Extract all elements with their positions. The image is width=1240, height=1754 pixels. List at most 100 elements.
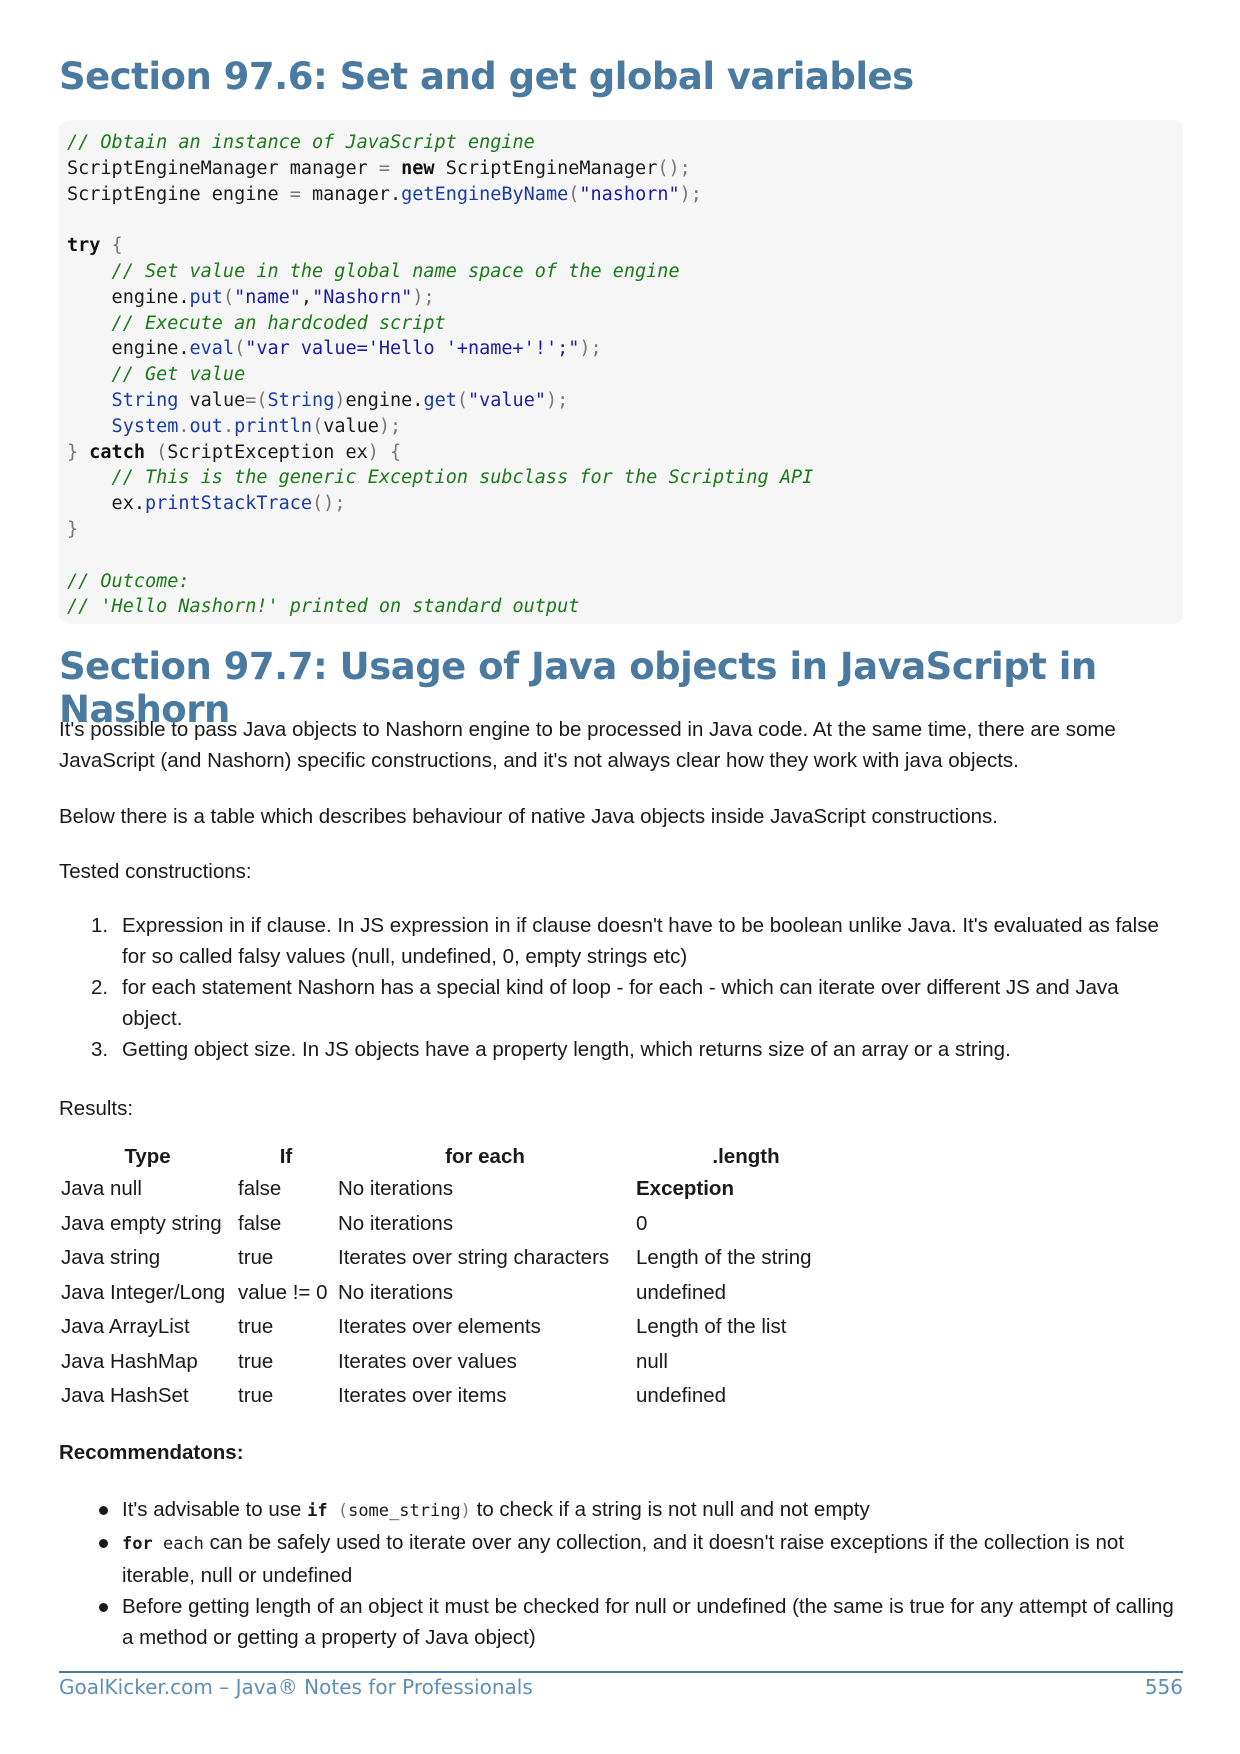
column-header: for each [445,1144,525,1168]
table-cell: true [238,1246,274,1270]
list-item: It's advisable to use if (some_string) t… [59,1494,1183,1527]
table-cell: Java HashMap [61,1349,198,1373]
code-function: println [234,415,313,437]
code-token: ( [144,441,168,463]
table-row: Java HashSet true Iterates over items un… [59,1379,858,1414]
code-token: (); [312,493,346,515]
table-cell: Iterates over string characters [338,1246,610,1270]
list-item-text: can be safely used to iterate over any c… [122,1531,1125,1587]
table-cell: 0 [636,1211,648,1235]
table-cell: No iterations [338,1280,454,1304]
code-token: value [178,389,246,411]
code-token: engine. [67,338,190,360]
table-cell: Length of the string [636,1246,812,1270]
code-comment: // Execute an hardcoded script [67,312,446,334]
code-function: out [189,415,223,437]
code-string: "var value='Hello '+name+'!';" [245,338,580,360]
code-token: =( [245,389,268,411]
inline-code-keyword: for [122,1534,153,1554]
table-row: Java HashMap true Iterates over values n… [59,1345,858,1380]
table-cell: Exception [636,1177,734,1201]
code-function: eval [189,338,235,360]
code-token: = [289,183,313,205]
table-cell: Java empty string [61,1211,222,1235]
code-token: ( [222,286,235,308]
table-cell: No iterations [338,1177,454,1201]
paragraph: Below there is a table which describes b… [59,805,998,828]
table-cell: value != 0 [238,1280,328,1304]
column-header: Type [124,1144,171,1168]
list-item: for each can be safely used to iterate o… [59,1527,1183,1591]
code-token: ); [412,286,435,308]
code-token: . [222,415,235,437]
code-token: ScriptEngine engine [67,183,290,205]
recommendations-heading: Recommendatons: [59,1441,244,1464]
results-table: Type If for each .length Java null false… [59,1141,858,1414]
table-cell: No iterations [338,1211,454,1235]
table-row: Java null false No iterations Exception [59,1172,858,1207]
code-comment: // 'Hello Nashorn!' printed on standard … [67,596,580,618]
table-header-row: Type If for each .length [59,1141,858,1172]
inline-code: each [152,1534,204,1554]
code-token: ( [568,183,580,205]
code-function: put [189,286,223,308]
inline-code-keyword: if [307,1501,328,1521]
table-cell: true [238,1315,274,1339]
code-token: ex. [67,493,145,515]
bullet-icon [99,1539,108,1548]
list-number: 2. [91,976,109,999]
code-string: "Nashorn" [312,286,413,308]
code-token: engine. [67,286,190,308]
section-title: Section 97.6: Set and get global variabl… [59,55,914,98]
list-item: Before getting length of an object it mu… [59,1591,1183,1653]
code-token: ); [679,183,702,205]
table-cell: Java ArrayList [61,1315,190,1339]
code-token: } [67,518,79,540]
numbered-list: 1. Expression in if clause. In JS express… [59,910,1183,1065]
table-cell: true [238,1349,274,1373]
table-cell: undefined [636,1280,727,1304]
table-row: Java string true Iterates over string ch… [59,1241,858,1276]
code-comment: // This is the generic Exception subclas… [67,467,814,489]
code-token: ( [234,338,246,360]
table-cell: true [238,1384,274,1408]
code-token: ( [456,389,468,411]
code-comment: // Obtain an instance of JavaScript engi… [67,132,535,153]
table-row: Java ArrayList true Iterates over elemen… [59,1310,858,1345]
code-text: // Obtain an instance of JavaScript engi… [67,130,1175,620]
footer-source: GoalKicker.com – Java® Notes for Profess… [59,1675,533,1699]
code-function: get [423,389,457,411]
paragraph: Tested constructions: [59,860,252,883]
list-item: 3. Getting object size. In JS objects hav… [59,1034,1183,1065]
table-cell: Java Integer/Long [61,1280,226,1304]
code-string: "nashorn" [579,183,680,205]
footer-divider [59,1671,1183,1673]
bullet-list: It's advisable to use if (some_string) t… [59,1494,1183,1653]
list-item: 1. Expression in if clause. In JS express… [59,910,1183,972]
code-comment: // Get value [67,364,246,386]
table-cell: Java string [61,1246,161,1270]
table-cell: Iterates over values [338,1349,517,1373]
code-token: ( [312,415,324,437]
code-type: System [67,415,179,437]
table-cell: false [238,1211,282,1235]
code-token: ScriptException ex [167,441,368,463]
table-cell: Iterates over items [338,1384,507,1408]
list-item: 2. for each statement Nashorn has a speci… [59,972,1183,1034]
paragraph: Results: [59,1097,134,1120]
code-comment: // Set value in the global name space of… [67,260,680,282]
code-token: , [300,286,313,308]
inline-code: ( [327,1501,349,1521]
code-token: ) { [367,441,402,463]
table-row: Java Integer/Long value != 0 No iteratio… [59,1276,858,1311]
list-item-text: Expression in if clause. In JS expressio… [122,914,1159,968]
table-cell: null [636,1349,668,1373]
column-header: .length [712,1144,780,1168]
list-item-text: Before getting length of an object it mu… [122,1595,1174,1649]
code-block: // Obtain an instance of JavaScript engi… [59,120,1183,624]
list-item-text: Getting object size. In JS objects have … [122,1038,1011,1061]
code-token: value [323,415,379,437]
code-token: ); [378,415,402,437]
page-number: 556 [1144,1675,1183,1699]
code-token: engine. [345,389,424,411]
